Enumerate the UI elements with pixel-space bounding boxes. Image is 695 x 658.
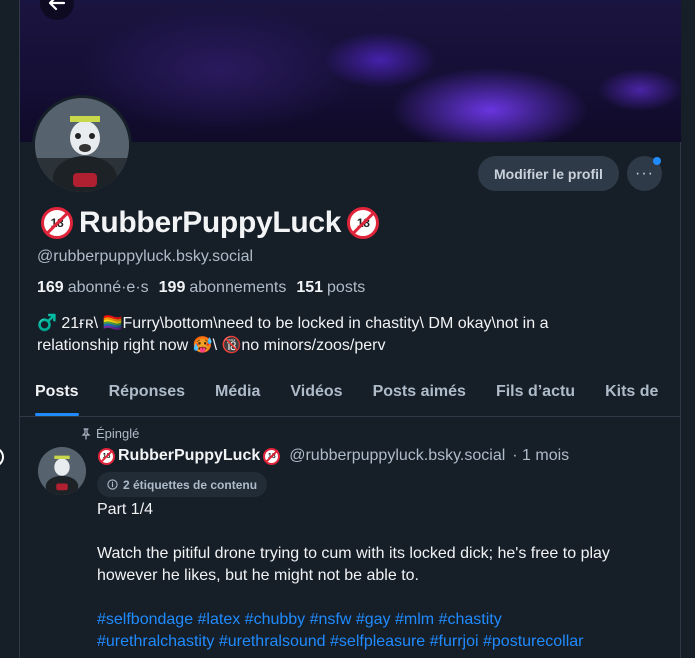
notification-dot	[653, 157, 661, 165]
display-name: 18 RubberPuppyLuck 18	[41, 206, 380, 240]
profile-handle: @rubberpuppyluck.bsky.social	[37, 248, 254, 265]
offscreen-control-edge	[0, 447, 4, 467]
post-text: Part 1/4 Watch the pitiful drone trying …	[97, 499, 657, 653]
profile-avatar[interactable]	[32, 95, 132, 195]
post-author-name[interactable]: RubberPuppyLuck	[118, 447, 260, 465]
no-under-18-icon: 18	[41, 207, 73, 239]
info-icon	[107, 479, 118, 490]
tab-starter-packs[interactable]: Kits de	[590, 370, 673, 416]
tab-posts[interactable]: Posts	[20, 370, 94, 416]
bio-line: ♂️ 21ғʀ\ 🏳️‍🌈Furry\bottom\need to be loc…	[37, 315, 549, 332]
arrow-left-icon	[48, 0, 66, 11]
hashtag-line[interactable]: #selfbondage #latex #chubby #nsfw #gay #…	[97, 609, 657, 631]
post-time[interactable]: · 1 mois	[512, 447, 569, 465]
no-under-18-icon: 18	[347, 207, 380, 239]
tab-videos[interactable]: Vidéos	[275, 370, 357, 416]
posts-count: 151 posts	[296, 279, 366, 296]
followers-link[interactable]: 169 abonné·e·s	[37, 279, 149, 297]
ellipsis-icon: ···	[635, 164, 654, 182]
bio-line: relationship right now 🥵\ 🔞no minors/zoo…	[37, 337, 386, 354]
pinned-indicator: Épinglé	[80, 426, 139, 441]
following-link[interactable]: 199 abonnements	[159, 279, 287, 297]
post-author-avatar[interactable]	[38, 447, 86, 495]
post-author-handle[interactable]: @rubberpuppyluck.bsky.social	[289, 447, 505, 465]
pin-icon	[81, 427, 91, 440]
no-under-18-icon: 18	[263, 447, 281, 465]
display-name-text: RubberPuppyLuck	[79, 206, 342, 239]
tab-media[interactable]: Média	[200, 370, 275, 416]
pinned-label: Épinglé	[96, 426, 140, 441]
tab-feeds[interactable]: Fils d’actu	[481, 370, 590, 416]
profile-column: Modifier le profil ··· 18 RubberPuppyLuc…	[19, 0, 681, 658]
content-labels-text: 2 étiquettes de contenu	[123, 477, 258, 492]
tab-liked-posts[interactable]: Posts aimés	[358, 370, 481, 416]
profile-bio: ♂️ 21ғʀ\ 🏳️‍🌈Furry\bottom\need to be loc…	[37, 313, 637, 357]
edit-profile-button[interactable]: Modifier le profil	[478, 156, 619, 191]
post-line: Watch the pitiful drone trying to cum wi…	[97, 545, 610, 584]
profile-stats: 169 abonné·e·s 199 abonnements 151 posts	[37, 279, 365, 297]
hashtag-line[interactable]: #urethralchastity #urethralsound #selfpl…	[97, 631, 657, 653]
tab-replies[interactable]: Réponses	[94, 370, 200, 416]
post-header: 18 RubberPuppyLuck 18 @rubberpuppyluck.b…	[98, 447, 569, 465]
post-line: Part 1/4	[97, 501, 154, 518]
profile-tabs: Posts Réponses Média Vidéos Posts aimés …	[20, 370, 681, 417]
no-under-18-icon: 18	[98, 447, 115, 465]
content-labels-button[interactable]: 2 étiquettes de contenu	[97, 472, 268, 497]
